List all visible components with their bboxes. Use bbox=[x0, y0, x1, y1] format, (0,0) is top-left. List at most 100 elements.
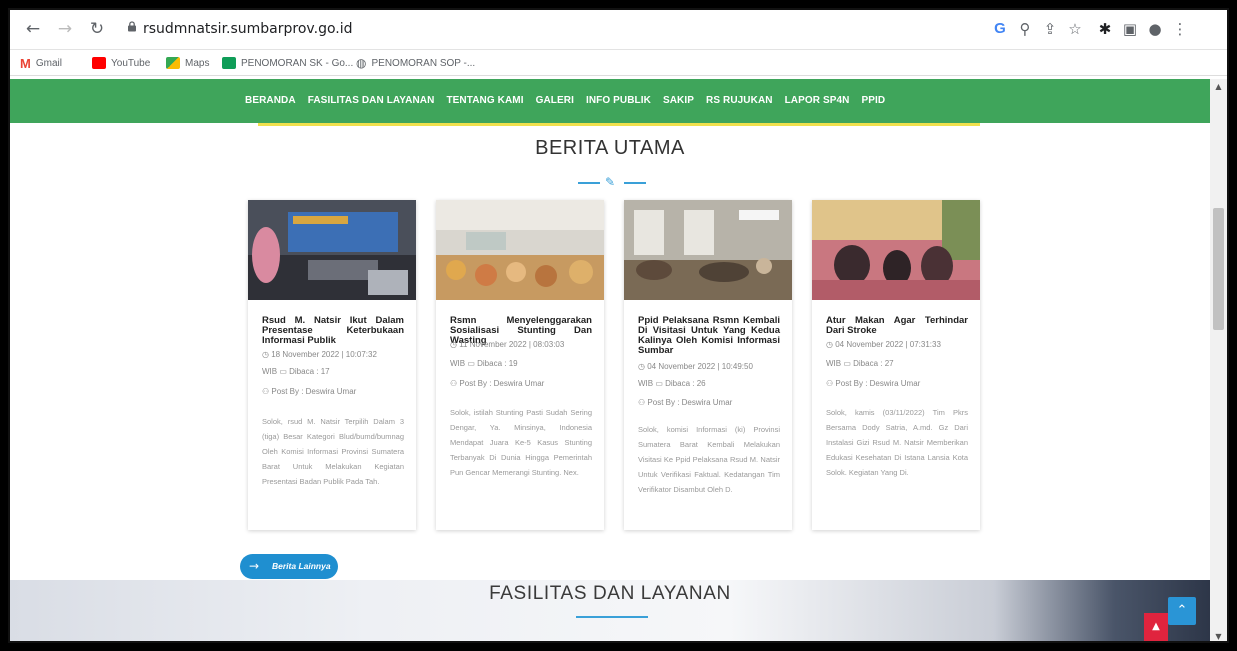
forward-icon[interactable]: → bbox=[54, 18, 76, 40]
url-field[interactable]: rsudmnatsir.sumbarprov.go.id bbox=[143, 21, 353, 37]
maps-icon bbox=[166, 57, 180, 69]
section-title: BERITA UTAMA bbox=[535, 137, 685, 159]
bookmark-maps[interactable]: Maps bbox=[166, 55, 209, 71]
news-date: ◷ 04 November 2022 | 07:31:33 bbox=[826, 340, 941, 350]
news-author: ⚇ Post By : Deswira Umar bbox=[262, 387, 356, 397]
folder-icon: ▭ bbox=[653, 379, 666, 388]
nav-item-info-publik[interactable]: INFO PUBLIK bbox=[586, 95, 651, 106]
news-author: ⚇ Post By : Deswira Umar bbox=[638, 398, 732, 408]
chevron-up-icon[interactable]: ▲ bbox=[1144, 613, 1168, 641]
scrollbar[interactable] bbox=[1210, 79, 1227, 641]
author-text: Post By : Deswira Umar bbox=[459, 379, 545, 388]
author-text: Post By : Deswira Umar bbox=[271, 387, 357, 396]
news-excerpt: Solok, kamis (03/11/2022) Tim Pkrs Bersa… bbox=[826, 408, 968, 477]
clock-icon: ◷ bbox=[638, 362, 648, 371]
nav-underline bbox=[258, 123, 980, 126]
menu-kebab-icon[interactable]: ⋮ bbox=[1170, 19, 1190, 39]
sidepanel-icon[interactable]: ▣ bbox=[1120, 19, 1140, 39]
news-thumbnail[interactable] bbox=[248, 200, 416, 300]
gmail-icon: M bbox=[20, 55, 31, 71]
bookmarks-bar: M Gmail YouTube Maps PENOMORAN SK - Go..… bbox=[10, 50, 1227, 76]
views-text: Dibaca : 17 bbox=[289, 367, 330, 376]
nav-item-ppid[interactable]: PPID bbox=[862, 95, 886, 106]
date-text: 04 November 2022 | 07:31:33 bbox=[835, 340, 941, 349]
author-text: Post By : Deswira Umar bbox=[647, 398, 733, 407]
news-card[interactable]: Atur Makan Agar Terhindar Dari Stroke ◷ … bbox=[812, 200, 980, 530]
news-excerpt: Solok, istilah Stunting Pasti Sudah Seri… bbox=[450, 408, 592, 477]
news-title[interactable]: Rsud M. Natsir Ikut Dalam Presentase Ket… bbox=[262, 316, 404, 346]
news-author: ⚇ Post By : Deswira Umar bbox=[826, 379, 920, 389]
news-date: ◷ 18 November 2022 | 10:07:32 bbox=[262, 350, 377, 360]
arrow-right-icon: → bbox=[249, 559, 260, 573]
reload-icon[interactable]: ↻ bbox=[86, 18, 108, 40]
news-excerpt: Solok, komisi Informasi (ki) Provinsi Su… bbox=[638, 425, 780, 494]
nav-item-beranda[interactable]: BERANDA bbox=[245, 95, 296, 106]
youtube-icon bbox=[92, 57, 106, 69]
nav-item-tentang-kami[interactable]: TENTANG KAMI bbox=[446, 95, 523, 106]
wib-text: WIB bbox=[826, 359, 842, 368]
bookmark-youtube[interactable]: YouTube bbox=[92, 55, 150, 71]
date-text: 11 November 2022 | 08:03:03 bbox=[459, 340, 565, 349]
views-text: Dibaca : 19 bbox=[477, 359, 518, 368]
scroll-top-button[interactable]: ⌃ bbox=[1168, 597, 1196, 625]
news-thumbnail[interactable] bbox=[812, 200, 980, 300]
scroll-down-arrow-icon[interactable]: ▼ bbox=[1210, 631, 1227, 641]
news-views: WIB ▭ Dibaca : 27 bbox=[826, 359, 894, 369]
nav-item-fasilitas[interactable]: FASILITAS DAN LAYANAN bbox=[308, 95, 435, 106]
nav-item-rs-rujukan[interactable]: RS RUJUKAN bbox=[706, 95, 773, 106]
date-text: 04 November 2022 | 10:49:50 bbox=[647, 362, 753, 371]
bookmark-label: Maps bbox=[185, 57, 210, 69]
zoom-icon[interactable]: ⚲ bbox=[1015, 19, 1035, 39]
extensions-icon[interactable]: ✱ bbox=[1095, 19, 1115, 39]
news-title[interactable]: Atur Makan Agar Terhindar Dari Stroke bbox=[826, 316, 968, 336]
wib-text: WIB bbox=[262, 367, 278, 376]
bookmark-penomoran-sk[interactable]: PENOMORAN SK - Go... bbox=[222, 55, 353, 71]
user-icon: ⚇ bbox=[826, 379, 836, 388]
facilities-divider bbox=[576, 616, 648, 618]
bookmark-label: PENOMORAN SOP -... bbox=[371, 57, 476, 69]
scrollbar-thumb[interactable] bbox=[1213, 208, 1224, 330]
news-card[interactable]: Rsmn Menyelenggarakan Sosialisasi Stunti… bbox=[436, 200, 604, 530]
lock-icon bbox=[128, 21, 136, 32]
google-icon[interactable]: G bbox=[990, 19, 1010, 39]
bookmark-star-icon[interactable]: ☆ bbox=[1065, 19, 1085, 39]
news-card[interactable]: Ppid Pelaksana Rsmn Kembali Di Visitasi … bbox=[624, 200, 792, 530]
browser-window: ← → ↻ rsudmnatsir.sumbarprov.go.id G ⚲ ⇪… bbox=[8, 8, 1229, 643]
news-excerpt: Solok, rsud M. Natsir Terpilih Dalam 3 (… bbox=[262, 417, 404, 486]
folder-icon: ▭ bbox=[841, 359, 854, 368]
address-bar: ← → ↻ rsudmnatsir.sumbarprov.go.id G ⚲ ⇪… bbox=[10, 10, 1227, 50]
news-views: WIB ▭ Dibaca : 19 bbox=[450, 359, 518, 369]
nav-item-sakip[interactable]: SAKIP bbox=[663, 95, 694, 106]
more-news-button[interactable]: → Berita Lainnya bbox=[240, 554, 338, 579]
news-date: ◷ 11 November 2022 | 08:03:03 bbox=[450, 340, 564, 350]
more-news-label: Berita Lainnya bbox=[272, 561, 331, 571]
views-text: Dibaca : 26 bbox=[665, 379, 706, 388]
bookmark-label: Gmail bbox=[35, 57, 62, 69]
news-views: WIB ▭ Dibaca : 17 bbox=[262, 367, 330, 377]
folder-icon: ▭ bbox=[465, 359, 478, 368]
back-icon[interactable]: ← bbox=[22, 18, 44, 40]
clock-icon: ◷ bbox=[450, 340, 460, 349]
news-card[interactable]: Rsud M. Natsir Ikut Dalam Presentase Ket… bbox=[248, 200, 416, 530]
nav-item-lapor-sp4n[interactable]: LAPOR SP4N bbox=[785, 95, 850, 106]
bookmark-label: YouTube bbox=[111, 57, 151, 69]
globe-icon: ◍ bbox=[356, 56, 367, 70]
pencil-icon: ✎ bbox=[605, 175, 616, 189]
bookmark-gmail[interactable]: M Gmail bbox=[20, 55, 62, 71]
profile-icon[interactable]: ● bbox=[1145, 19, 1165, 39]
bookmark-penomoran-sop[interactable]: ◍ PENOMORAN SOP -... bbox=[356, 55, 475, 71]
scroll-up-arrow-icon[interactable]: ▲ bbox=[1210, 81, 1227, 93]
author-text: Post By : Deswira Umar bbox=[835, 379, 921, 388]
nav-item-galeri[interactable]: GALERI bbox=[536, 95, 574, 106]
user-icon: ⚇ bbox=[638, 398, 648, 407]
views-text: Dibaca : 27 bbox=[853, 359, 894, 368]
news-thumbnail[interactable] bbox=[624, 200, 792, 300]
clock-icon: ◷ bbox=[262, 350, 272, 359]
facilities-title: FASILITAS DAN LAYANAN bbox=[489, 583, 731, 604]
clock-icon: ◷ bbox=[826, 340, 836, 349]
section-divider: ✎ bbox=[576, 175, 650, 190]
news-thumbnail[interactable] bbox=[436, 200, 604, 300]
share-icon[interactable]: ⇪ bbox=[1040, 19, 1060, 39]
user-icon: ⚇ bbox=[450, 379, 460, 388]
news-title[interactable]: Ppid Pelaksana Rsmn Kembali Di Visitasi … bbox=[638, 316, 780, 356]
